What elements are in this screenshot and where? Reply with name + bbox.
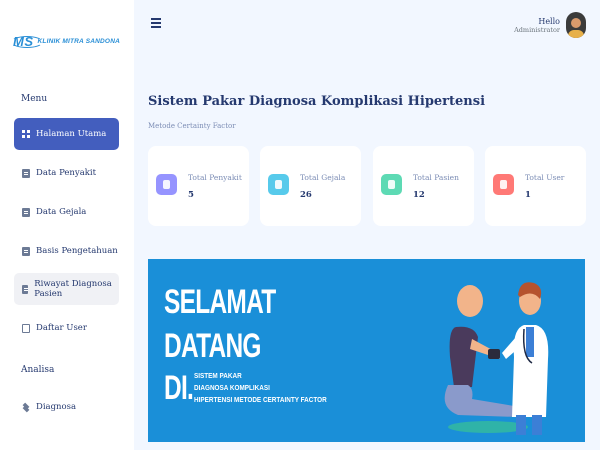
banner-sub-3: HIPERTENSI METODE CERTAINTY FACTOR (194, 395, 327, 404)
grid-icon (22, 129, 30, 139)
sidebar-item-label: Riwayat Diagnosa Pasien (34, 279, 112, 299)
stat-value: 12 (413, 190, 425, 200)
sidebar-section-analisa: Analisa (21, 365, 55, 375)
sidebar-item-basis-pengetahuan[interactable]: Basis Pengetahuan (14, 235, 119, 267)
stat-label: Total Pasien (413, 173, 459, 182)
logo-text: KLINIK MITRA SANDONA (37, 38, 120, 45)
document-icon (22, 284, 29, 294)
sidebar-item-diagnosa[interactable]: Diagnosa (14, 391, 119, 423)
patient-icon (381, 174, 402, 195)
user-role: Administrator (514, 25, 560, 34)
page-title: Sistem Pakar Diagnosa Komplikasi Hiperte… (148, 94, 486, 109)
user-menu[interactable]: Hello Administrator (514, 12, 586, 38)
sidebar-item-data-gejala[interactable]: Data Gejala (14, 196, 119, 228)
user-icon (493, 174, 514, 195)
banner-sub-1: SISTEM PAKAR (194, 371, 242, 380)
sidebar-item-label: Data Gejala (36, 207, 87, 217)
stat-value: 5 (188, 190, 194, 200)
doctor-patient-illustration (444, 282, 549, 435)
clinic-logo[interactable]: MS KLINIK MITRA SANDONA (11, 34, 120, 49)
user-file-icon (22, 323, 30, 333)
banner-sub-2: DIAGNOSA KOMPLIKASI (194, 383, 270, 392)
banner-line-2: DATANG (164, 327, 261, 365)
stat-label: Total Gejala (300, 173, 346, 182)
stat-label: Total User (525, 173, 565, 182)
stat-card-total-penyakit: Total Penyakit 5 (148, 146, 249, 226)
banner-line-3: DI. (164, 369, 194, 407)
banner-line-1: SELAMAT (164, 283, 276, 321)
stat-card-total-user: Total User 1 (485, 146, 586, 226)
sidebar-item-riwayat-diagnosa-pasien[interactable]: Riwayat Diagnosa Pasien (14, 273, 119, 305)
sidebar-item-label: Daftar User (36, 323, 87, 333)
virus-icon (156, 174, 177, 195)
stat-value: 1 (525, 190, 531, 200)
sidebar: MS KLINIK MITRA SANDONA Menu Halaman Uta… (0, 0, 134, 450)
avatar[interactable] (566, 12, 586, 38)
user-info: Hello Administrator (514, 17, 560, 34)
logo-mark: MS (11, 34, 43, 49)
sidebar-section-menu: Menu (21, 94, 48, 104)
sidebar-item-data-penyakit[interactable]: Data Penyakit (14, 157, 119, 189)
stat-card-total-pasien: Total Pasien 12 (373, 146, 474, 226)
sidebar-item-label: Basis Pengetahuan (36, 246, 118, 256)
sidebar-item-label: Data Penyakit (36, 168, 97, 178)
document-icon (22, 168, 30, 178)
sidebar-item-halaman-utama[interactable]: Halaman Utama (14, 118, 119, 150)
sidebar-item-label: Diagnosa (36, 402, 77, 412)
welcome-banner: SELAMAT DATANG DI. SISTEM PAKAR DIAGNOSA… (148, 259, 585, 442)
layers-icon (22, 403, 30, 412)
user-greeting: Hello (538, 16, 560, 26)
document-icon (22, 246, 30, 256)
stat-value: 26 (300, 190, 312, 200)
document-icon (22, 207, 30, 217)
sidebar-item-daftar-user[interactable]: Daftar User (14, 312, 119, 344)
stat-label: Total Penyakit (188, 173, 242, 182)
page-subtitle: Metode Certainty Factor (148, 122, 236, 130)
stat-card-total-gejala: Total Gejala 26 (260, 146, 361, 226)
sidebar-item-label: Halaman Utama (36, 129, 107, 139)
bookmark-icon (268, 174, 289, 195)
menu-toggle-icon[interactable] (151, 18, 161, 28)
